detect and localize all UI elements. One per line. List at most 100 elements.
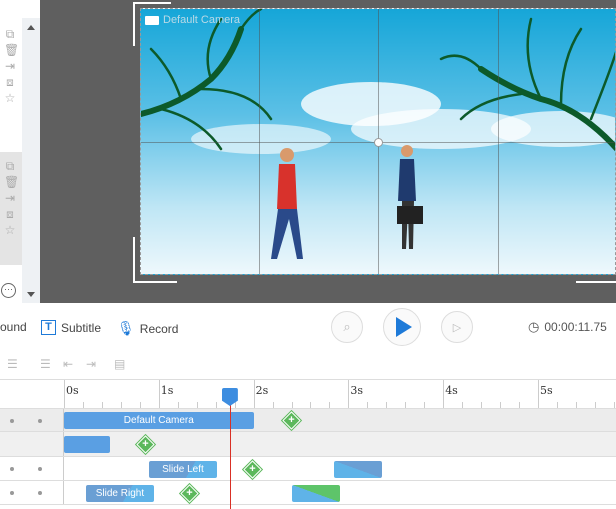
subtitle-icon: T	[41, 320, 56, 335]
background-button[interactable]: round	[0, 320, 27, 334]
add-keyframe-button[interactable]: +	[242, 459, 262, 479]
tick	[575, 402, 577, 408]
tick	[215, 402, 217, 408]
record-button[interactable]: 🎙 Record	[117, 320, 178, 337]
star-icon[interactable]: ☆	[4, 224, 16, 236]
plus-icon: +	[287, 414, 295, 426]
tick	[348, 380, 350, 408]
row-divider	[63, 457, 64, 480]
timeline-tools: ☰ ☰ ⇤ ⇥ ▤	[0, 352, 616, 379]
tick	[177, 402, 179, 408]
timeline-ruler[interactable]: 0s 1s 2s 3s 4s 5s	[0, 379, 616, 409]
tick	[310, 402, 312, 408]
tick	[272, 402, 274, 408]
tick	[443, 380, 445, 408]
walking-man	[271, 148, 303, 259]
scene-preview[interactable]: Default Camera	[140, 8, 616, 275]
microphone-icon: 🎙	[117, 320, 135, 336]
scrollbar[interactable]	[22, 18, 40, 303]
row-toggle[interactable]	[10, 491, 14, 495]
businessman	[397, 145, 423, 249]
replace-icon[interactable]: ⧈	[4, 76, 16, 88]
tick-label: 3s	[350, 384, 364, 397]
copy-icon[interactable]: ⧉	[4, 160, 16, 172]
tick	[594, 402, 596, 408]
camera-icon	[145, 15, 159, 25]
plus-icon: +	[248, 462, 256, 475]
timeline-clip[interactable]: Slide Right	[85, 484, 155, 502]
tick	[556, 402, 558, 408]
preview-button[interactable]: ▷	[441, 311, 473, 343]
tick	[424, 402, 426, 408]
timeline-row[interactable]: Default Camera +	[0, 409, 616, 432]
more-icon[interactable]: ···	[1, 283, 16, 298]
timeline-row[interactable]: Slide Right +	[0, 481, 616, 505]
timeline-clip[interactable]: Slide Left	[149, 460, 217, 478]
playhead-line	[229, 400, 231, 509]
tick-label: 4s	[445, 384, 458, 397]
copy-icon[interactable]: ⧉	[4, 28, 16, 40]
tick	[234, 402, 236, 408]
preview-icon: ▷	[452, 321, 462, 334]
row-toggle[interactable]	[10, 467, 14, 471]
tick	[481, 402, 483, 408]
move-right-icon[interactable]: ⇥	[86, 357, 96, 371]
timeline-row[interactable]: +	[0, 432, 616, 457]
left-panel: ⧉ 🗑 ⇥ ⧈ ☆ ⧉ 🗑 ⇥ ⧈ ☆ ···	[0, 0, 22, 303]
align-center-icon[interactable]: ☰	[40, 357, 51, 371]
tick	[64, 380, 65, 408]
align-left-icon[interactable]: ☰	[7, 357, 18, 371]
play-button[interactable]	[383, 308, 421, 346]
delete-icon[interactable]: 🗑	[4, 44, 19, 56]
add-keyframe-button[interactable]: +	[180, 483, 199, 503]
timeline-clip[interactable]	[64, 436, 110, 453]
selected-group: ⧉ 🗑 ⇥ ⧈ ☆	[0, 152, 22, 265]
tick-label: 1s	[160, 384, 174, 397]
tick	[196, 402, 198, 408]
tick	[82, 402, 84, 408]
tick	[120, 402, 122, 408]
play-icon	[396, 317, 412, 337]
timeline-clip[interactable]	[292, 484, 340, 502]
tick	[158, 380, 160, 408]
row-toggle[interactable]	[38, 491, 42, 495]
toolbar: round T Subtitle 🎙 Record ⌕ ▷ ◷ 00:00:11…	[0, 303, 616, 352]
delete-icon[interactable]: 🗑	[4, 176, 19, 188]
camera-label: Default Camera	[145, 14, 240, 26]
tick-label: 5s	[540, 384, 553, 397]
replace-icon[interactable]: ⧈	[4, 208, 16, 220]
scroll-up-icon[interactable]	[27, 25, 35, 30]
subtitle-button[interactable]: T Subtitle	[41, 320, 101, 335]
row-divider	[63, 481, 64, 504]
tick	[500, 402, 502, 408]
timeline-row[interactable]: Slide Left +	[0, 457, 616, 481]
row-toggle[interactable]	[38, 418, 42, 423]
add-keyframe-icon[interactable]: ▤	[114, 357, 125, 371]
row-toggle[interactable]	[10, 418, 14, 423]
tick	[329, 402, 331, 408]
move-left-icon[interactable]: ⇤	[63, 357, 73, 371]
tick	[367, 402, 369, 408]
tick	[101, 402, 103, 408]
export-icon[interactable]: ⇥	[4, 192, 16, 204]
export-icon[interactable]: ⇥	[4, 60, 16, 72]
center-handle[interactable]	[374, 138, 383, 147]
tick	[386, 402, 388, 408]
tick	[538, 380, 539, 408]
tick-label: 0s	[66, 384, 79, 397]
add-keyframe-button[interactable]: +	[281, 411, 301, 430]
zoom-preview-button[interactable]: ⌕	[331, 311, 363, 343]
tick	[253, 380, 255, 408]
row-toggle[interactable]	[38, 467, 42, 471]
plus-icon: +	[142, 438, 150, 450]
tick-label: 2s	[255, 384, 269, 397]
tick	[613, 402, 615, 408]
timeline-clip[interactable]	[334, 460, 382, 478]
tick	[519, 402, 521, 408]
timeline-clip[interactable]: Default Camera	[64, 412, 254, 429]
scroll-down-icon[interactable]	[27, 292, 35, 297]
tick	[291, 402, 293, 408]
star-icon[interactable]: ☆	[4, 92, 16, 104]
tick	[462, 402, 464, 408]
add-keyframe-button[interactable]: +	[136, 435, 156, 454]
